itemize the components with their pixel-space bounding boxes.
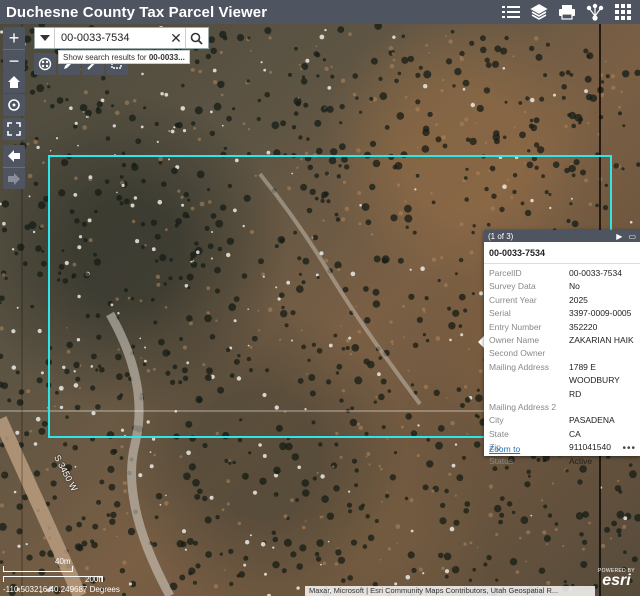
maximize-icon[interactable]: ▭	[628, 232, 636, 241]
field-value: CA	[569, 428, 581, 439]
field-value: 1789 E WOODBURY RD	[569, 361, 620, 399]
home-button[interactable]	[3, 71, 25, 93]
next-extent-button[interactable]	[3, 167, 25, 189]
field-value: 00-0033-7534	[569, 268, 622, 278]
field-label: ParcelID	[489, 268, 522, 278]
search-source-dropdown[interactable]	[35, 28, 55, 48]
apps-icon[interactable]	[612, 2, 634, 22]
popup-nav: ▶ ▭	[616, 232, 636, 241]
zoom-to-link[interactable]: Zoom to	[484, 444, 525, 454]
attribution: Maxar, Microsoft | Esri Community Maps C…	[305, 586, 595, 596]
field-label: Current Year	[489, 294, 537, 305]
search-icon	[190, 32, 203, 45]
zoom-in-button[interactable]: +	[3, 27, 25, 49]
home-icon	[8, 76, 20, 88]
field-value: Active	[569, 455, 593, 466]
share-icon[interactable]	[584, 2, 606, 22]
locate-control	[3, 94, 25, 116]
popup-header: (1 of 3) ▶ ▭	[484, 230, 640, 242]
field-value: ZAKARIAN HAIK	[569, 335, 634, 346]
popup-field-row: Entry Number 352220	[484, 321, 640, 334]
field-label: Owner Name	[489, 335, 540, 346]
parcel-popup: (1 of 3) ▶ ▭ 00-0033-7534 ParcelID 00-003…	[484, 230, 640, 466]
esri-wordmark: esri	[602, 572, 631, 589]
app-title: Duchesne County Tax Parcel Viewer	[6, 3, 268, 21]
field-value	[564, 401, 640, 414]
esri-logo: POWERED BY esri	[598, 568, 635, 589]
field-value: 2025	[569, 294, 588, 305]
chevron-down-icon	[39, 35, 50, 41]
search-suggestion[interactable]: Show search results for 00-0033...	[58, 50, 190, 64]
coordinate-readout: -110.503216 40.249687 Degrees	[3, 585, 120, 594]
layers-icon[interactable]	[528, 2, 550, 22]
layer-list-button[interactable]	[34, 53, 56, 75]
field-value: No	[569, 281, 580, 292]
scale-metric-label: 40m	[55, 557, 71, 566]
field-label: City	[489, 415, 504, 426]
popup-counter: (1 of 3)	[488, 231, 514, 241]
scale-metric-bar	[3, 566, 73, 572]
header-toolbar	[500, 2, 634, 22]
zoom-out-button[interactable]: −	[3, 49, 25, 71]
search-input[interactable]	[55, 32, 167, 44]
field-label: Mailing Address	[489, 361, 550, 372]
locate-icon	[8, 99, 20, 111]
home-control	[3, 71, 25, 93]
popup-field-row: State CA	[484, 428, 640, 441]
list-icon[interactable]	[500, 2, 522, 22]
layer-list-icon	[38, 57, 52, 71]
popup-field-row: Survey Data No	[484, 280, 640, 293]
popup-fields: ParcelID 00-0033-7534 Survey Data No Current…	[484, 267, 640, 468]
popup-field-row: Second Owner	[484, 347, 640, 360]
clear-search-button[interactable]: ✕	[167, 30, 185, 47]
field-value: 3397-0009-0005	[569, 308, 632, 319]
popup-field-row: City PASADENA	[484, 414, 640, 427]
popup-field-row: ParcelID 00-0033-7534	[484, 267, 640, 280]
more-options-icon[interactable]: •••	[622, 443, 636, 454]
scale-imperial-label: 200ft	[85, 575, 103, 584]
next-feature-icon[interactable]: ▶	[616, 232, 622, 241]
popup-field-row: Owner Name ZAKARIAN HAIK	[484, 334, 640, 347]
popup-field-row: Mailing Address 1789 E WOODBURY RD	[484, 361, 640, 401]
field-label: Status	[489, 455, 514, 466]
forward-arrow-icon	[8, 172, 20, 185]
fullscreen-icon	[7, 122, 21, 136]
suggestion-prefix: Show search results for	[63, 53, 149, 62]
extent-navigation	[3, 145, 25, 189]
zoom-controls: + −	[3, 27, 25, 71]
field-label: Mailing Address 2	[489, 402, 557, 413]
field-label: Survey Data	[489, 281, 536, 292]
field-value	[564, 347, 640, 360]
previous-extent-button[interactable]	[3, 145, 25, 167]
popup-field-row: Current Year 2025	[484, 294, 640, 307]
suggestion-query: 00-0033...	[148, 53, 185, 62]
field-label: State	[489, 428, 509, 439]
popup-field-row: Status Active	[484, 455, 640, 468]
print-icon[interactable]	[556, 2, 578, 22]
popup-field-row: Mailing Address 2	[484, 401, 640, 414]
field-value: PASADENA	[569, 415, 615, 426]
app-header: Duchesne County Tax Parcel Viewer	[0, 0, 640, 24]
search-widget: ✕	[34, 27, 209, 49]
popup-field-row: Serial 3397-0009-0005	[484, 307, 640, 320]
fullscreen-control	[3, 118, 25, 140]
field-label: Serial	[489, 308, 511, 319]
field-value: 352220	[569, 321, 598, 332]
search-button[interactable]	[185, 28, 207, 48]
field-label: Entry Number	[489, 321, 542, 332]
field-label: Second Owner	[489, 348, 546, 359]
locate-button[interactable]	[3, 94, 25, 116]
fullscreen-button[interactable]	[3, 118, 25, 140]
back-arrow-icon	[8, 150, 20, 162]
popup-title: 00-0033-7534	[484, 242, 640, 264]
